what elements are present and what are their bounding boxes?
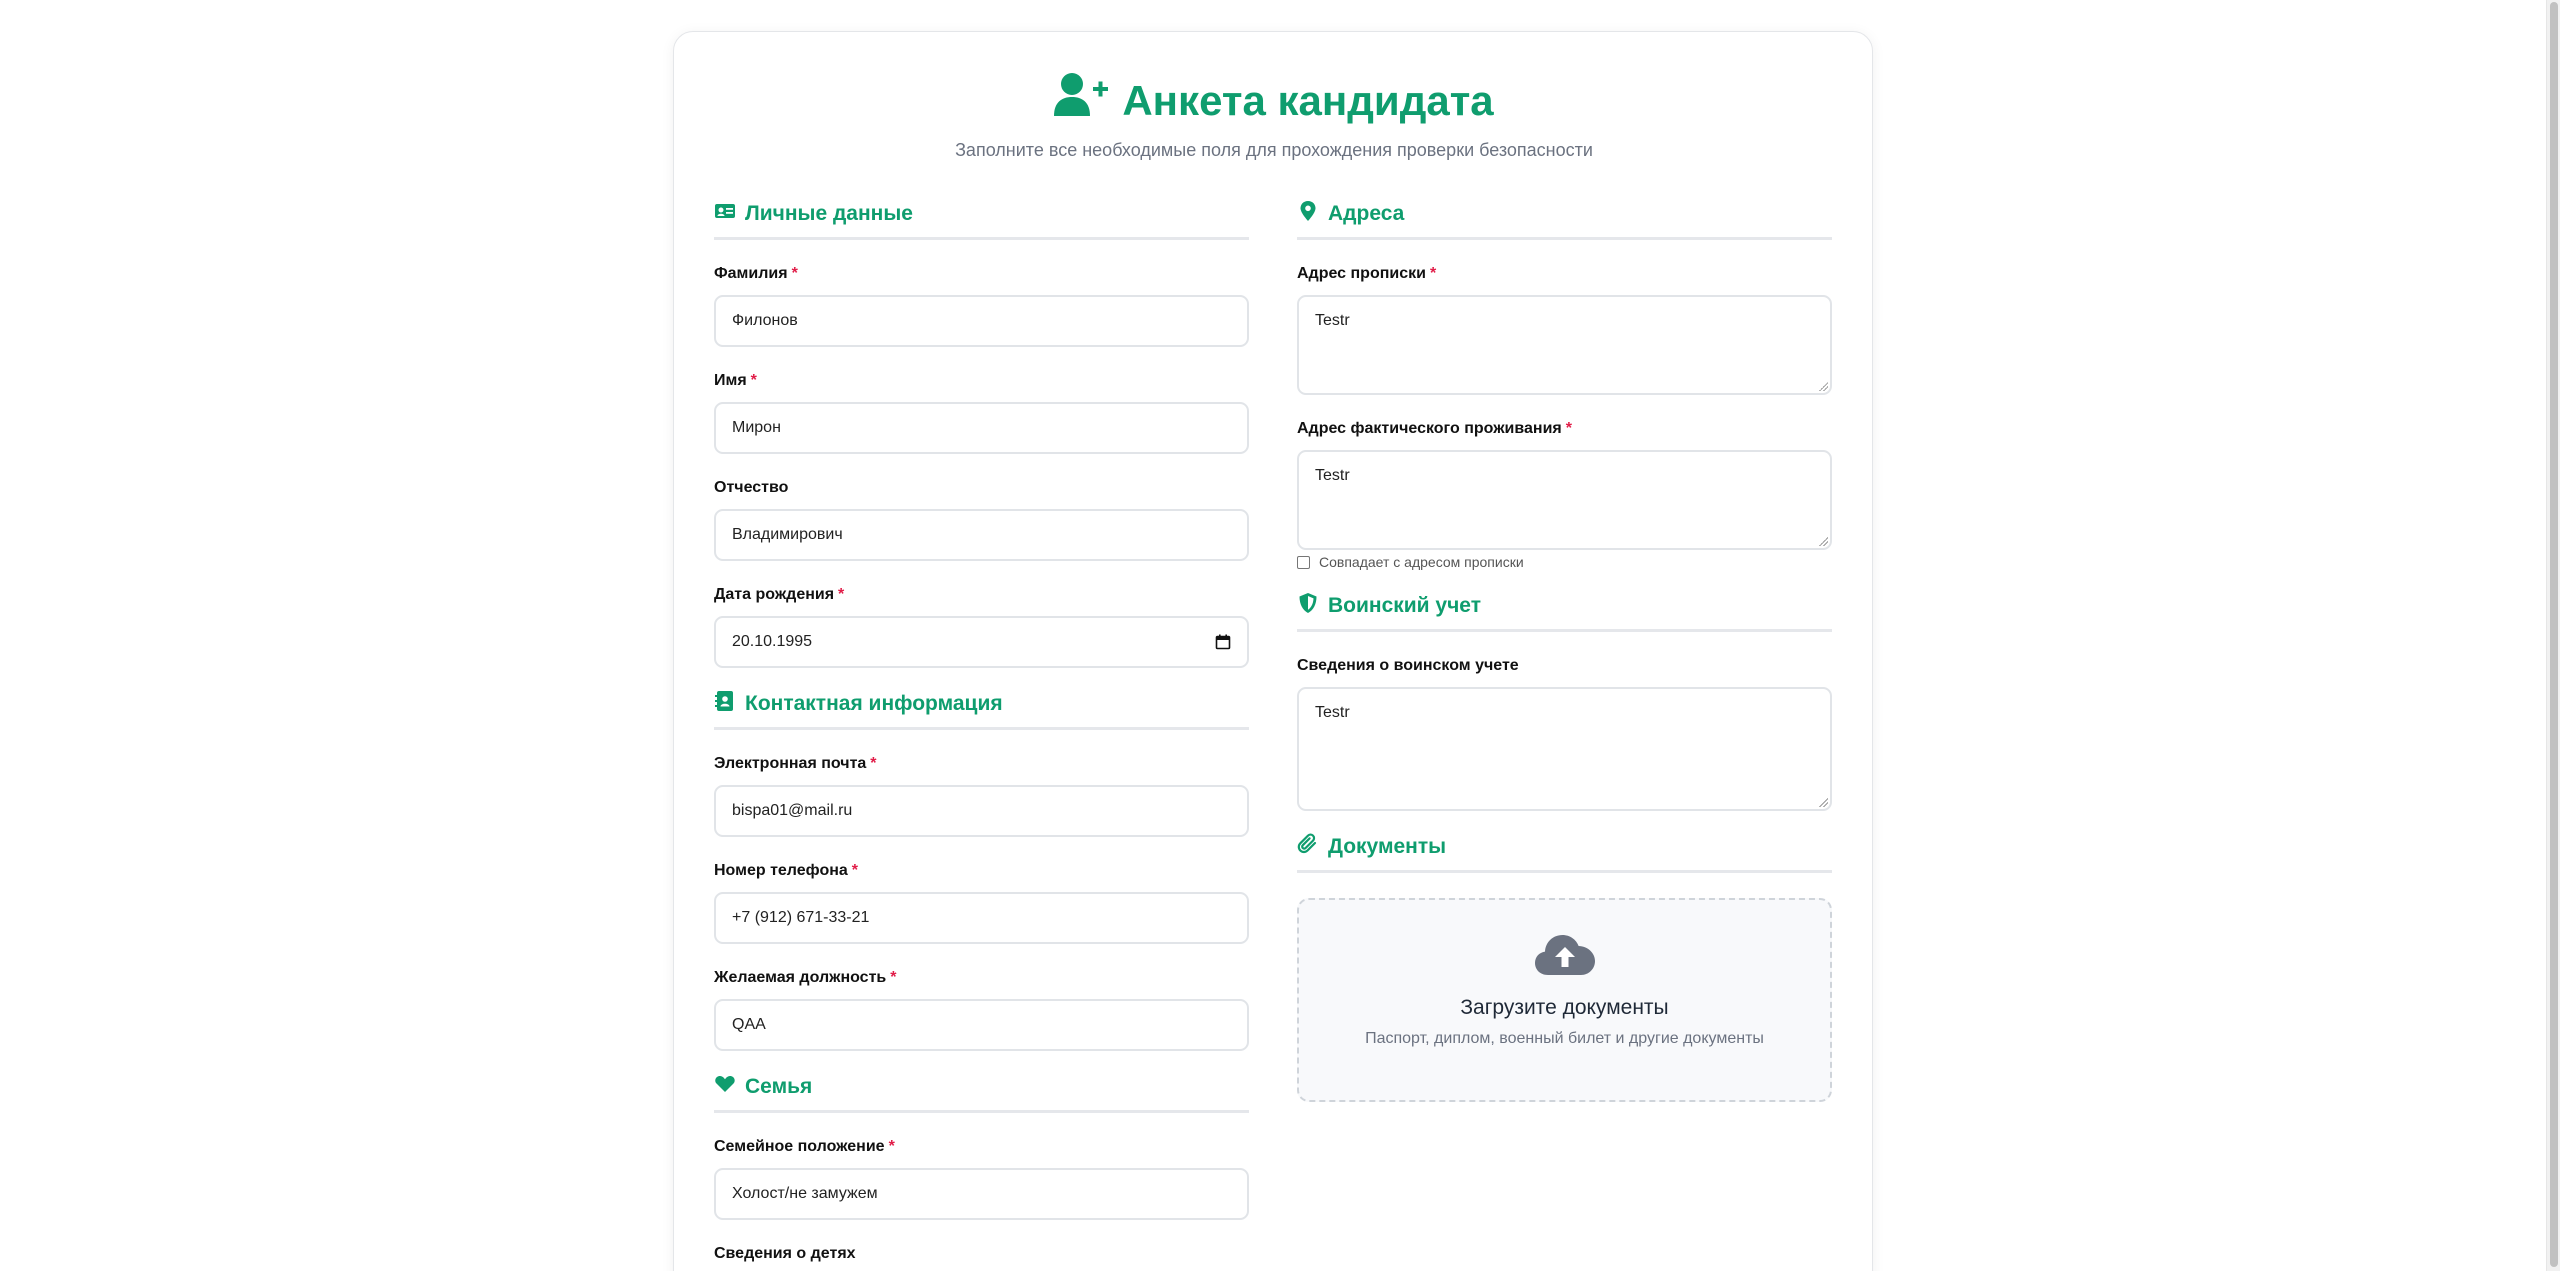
section-addresses-title: Адреса [1328,202,1405,225]
marital-status-label: Семейное положение * [714,1138,895,1155]
same-address-label[interactable]: Совпадает с адресом прописки [1319,554,1524,570]
section-family: Семья [714,1073,1249,1113]
section-personal-title: Личные данные [745,202,913,225]
scrollbar-thumb[interactable] [2550,2,2558,1267]
section-military: Воинский учет [1297,592,1832,632]
phone-field[interactable]: +7 (912) 671-33-21 [714,892,1249,944]
map-pin-icon [1297,200,1319,228]
birth-date-input[interactable]: 20.10.1995 [714,616,1249,668]
registration-address-label: Адрес прописки * [1297,265,1437,282]
form-header: Анкета кандидата Заполните все необходим… [674,72,1874,161]
cloud-upload-icon [1534,935,1596,981]
heart-icon [714,1073,736,1101]
patronymic-input[interactable]: Владимирович [714,509,1249,561]
marital-status-select[interactable]: Холост/не замужем [714,1168,1249,1220]
address-book-icon [714,690,736,718]
page-scrollbar[interactable] [2546,0,2560,1271]
phone-label: Номер телефона * [714,862,859,879]
upload-hint: Паспорт, диплом, военный билет и другие … [1365,1030,1764,1047]
patronymic-label: Отчество [714,479,789,496]
section-personal: Личные данные [714,200,1249,240]
actual-address-textarea[interactable]: Testr [1297,450,1832,550]
upload-title: Загрузите документы [1460,996,1669,1019]
page-subtitle: Заполните все необходимые поля для прохо… [955,140,1593,160]
email-field[interactable]: bispa01@mail.ru [714,785,1249,837]
section-documents-title: Документы [1328,835,1447,858]
section-military-title: Воинский учет [1328,594,1481,617]
paperclip-icon [1297,833,1319,861]
actual-address-label: Адрес фактического проживания * [1297,420,1572,437]
position-label: Желаемая должность * [714,969,897,986]
right-column: Адреса Адрес прописки * Testr Адрес факти… [1297,200,1832,1102]
section-contacts-title: Контактная информация [745,692,1003,715]
same-address-checkbox[interactable] [1297,555,1310,569]
title-text: Анкета кандидата [1122,77,1494,124]
email-label: Электронная почта * [714,755,877,772]
left-column: Личные данные Фамилия * Филонов Имя * Миро… [714,200,1249,1263]
candidate-form-card: Анкета кандидата Заполните все необходим… [673,31,1873,1271]
first-name-input[interactable]: Мирон [714,402,1249,454]
section-addresses: Адреса [1297,200,1832,240]
resize-grip[interactable] [1818,797,1828,807]
first-name-label: Имя * [714,372,757,389]
registration-address-textarea[interactable]: Testr [1297,295,1832,395]
calendar-icon[interactable] [1215,634,1231,650]
section-documents: Документы [1297,833,1832,873]
position-field[interactable]: QAA [714,999,1249,1051]
same-address-row: Совпадает с адресом прописки [1297,554,1832,570]
user-plus-icon [1054,72,1110,130]
id-card-icon [714,200,736,228]
resize-grip[interactable] [1818,381,1828,391]
document-upload-dropzone[interactable]: Загрузите документы Паспорт, диплом, вое… [1297,898,1832,1102]
last-name-input[interactable]: Филонов [714,295,1249,347]
last-name-label: Фамилия * [714,265,798,282]
military-info-textarea[interactable]: Testr [1297,687,1832,811]
birth-date-label: Дата рождения * [714,586,845,603]
shield-icon [1297,592,1319,620]
children-label: Сведения о детях [714,1245,856,1262]
section-family-title: Семья [745,1075,813,1098]
military-info-label: Сведения о воинском учете [1297,657,1519,674]
page-title: Анкета кандидата [1054,72,1494,130]
section-contacts: Контактная информация [714,690,1249,730]
resize-grip[interactable] [1818,536,1828,546]
